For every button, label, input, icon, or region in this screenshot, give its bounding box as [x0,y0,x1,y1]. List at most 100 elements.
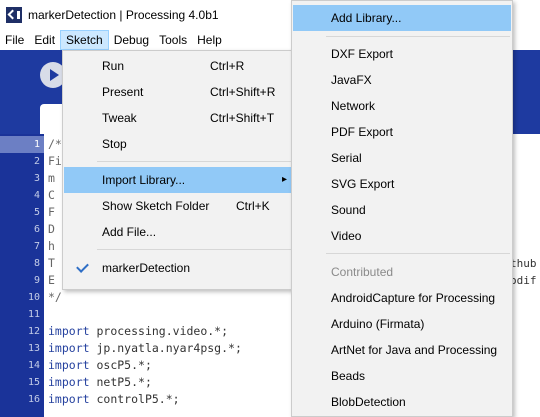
menu-item-import-library[interactable]: Import Library... ▸ [64,167,292,193]
menu-file[interactable]: File [0,30,29,50]
code-line-import: import oscP5.*; [48,358,152,372]
code-line-import: import jp.nyatla.nyar4psg.*; [48,341,242,355]
menu-item-shortcut: Ctrl+Shift+R [210,85,276,99]
menu-item-label: Arduino (Firmata) [331,317,425,331]
menu-item-label: Import Library... [102,173,186,187]
menu-item-shortcut: Ctrl+R [210,59,245,73]
code-line: h [48,239,55,253]
menu-item-shortcut: Ctrl+Shift+T [210,111,275,125]
code-fragment: odif [510,274,537,287]
library-item-pdf-export[interactable]: PDF Export [293,119,511,145]
menu-item-label: Present [102,85,144,99]
menu-item-shortcut: Ctrl+K [236,199,270,213]
import-target: oscP5.*; [96,358,152,372]
line-number: 16 [27,394,40,405]
line-number: 8 [33,258,40,269]
menu-item-tweak[interactable]: Tweak Ctrl+Shift+T [64,105,292,131]
line-number: 2 [33,156,40,167]
sketch-menu: Run Ctrl+R Present Ctrl+Shift+R Tweak Ct… [62,50,294,290]
import-library-submenu: Add Library... DXF Export JavaFX Network… [291,0,513,417]
contributed-header: Contributed [331,265,394,279]
line-number: 15 [27,377,40,388]
menu-debug[interactable]: Debug [109,30,154,50]
menu-item-label: Tweak [102,111,137,125]
menu-item-show-sketch-folder[interactable]: Show Sketch Folder Ctrl+K [64,193,292,219]
line-number: 13 [27,343,40,354]
line-number: 12 [27,326,40,337]
import-target: jp.nyatla.nyar4psg.*; [96,341,242,355]
checkmark-icon [76,260,89,273]
menu-separator [326,253,510,254]
menu-item-present[interactable]: Present Ctrl+Shift+R [64,79,292,105]
menu-item-label: DXF Export [331,47,394,61]
menu-tools[interactable]: Tools [154,30,192,50]
menu-item-stop[interactable]: Stop [64,131,292,157]
menu-separator [326,36,510,37]
line-number: 14 [27,360,40,371]
code-fragment: thub [510,257,537,270]
library-item-androidcapture[interactable]: AndroidCapture for Processing [293,285,511,311]
menu-sketch[interactable]: Sketch [60,30,109,50]
line-number: 11 [27,309,40,320]
library-item-network[interactable]: Network [293,93,511,119]
line-number: 7 [33,241,40,252]
code-line: T [48,256,55,270]
menu-item-sketch-markerdetection[interactable]: markerDetection [64,255,292,281]
line-number: 3 [33,173,40,184]
library-item-javafx[interactable]: JavaFX [293,67,511,93]
menu-item-label: BlobDetection [331,395,406,409]
library-item-svg-export[interactable]: SVG Export [293,171,511,197]
menu-item-label: Video [331,229,362,243]
code-line-import: import controlP5.*; [48,392,180,406]
menu-item-label: Stop [102,137,127,151]
menu-item-label: ArtNet for Java and Processing [331,343,498,357]
menu-item-label: Add File... [102,225,157,239]
menu-item-label: Show Sketch Folder [102,199,210,213]
line-number: 10 [27,292,40,303]
library-item-sound[interactable]: Sound [293,197,511,223]
line-number: 9 [33,275,40,286]
line-number: 1 [0,136,44,153]
library-item-artnet[interactable]: ArtNet for Java and Processing [293,337,511,363]
code-line: F [48,205,55,219]
line-number: 6 [33,224,40,235]
window-title: markerDetection | Processing 4.0b1 [28,8,219,22]
library-item-beads[interactable]: Beads [293,363,511,389]
submenu-arrow-icon: ▸ [282,174,288,185]
menu-separator [97,249,291,250]
library-item-video[interactable]: Video [293,223,511,249]
menu-item-label: Serial [331,151,362,165]
menu-item-label: SVG Export [331,177,395,191]
menu-item-label: JavaFX [331,73,372,87]
code-line: */ [48,290,62,304]
line-number: 4 [33,190,40,201]
code-line-import: import netP5.*; [48,375,152,389]
menu-item-add-file[interactable]: Add File... [64,219,292,245]
import-target: processing.video.*; [96,324,229,338]
code-line: m [48,171,55,185]
menu-item-label: AndroidCapture for Processing [331,291,496,305]
import-target: netP5.*; [96,375,152,389]
menu-help[interactable]: Help [192,30,227,50]
menu-item-label: Beads [331,369,366,383]
menu-item-label: Network [331,99,376,113]
code-line: D [48,222,55,236]
code-line: C [48,188,55,202]
menu-item-label: Run [102,59,125,73]
menu-item-run[interactable]: Run Ctrl+R [64,53,292,79]
library-item-serial[interactable]: Serial [293,145,511,171]
code-line: E [48,273,55,287]
menu-item-add-library[interactable]: Add Library... [293,5,511,31]
line-number: 5 [33,207,40,218]
menu-item-label: markerDetection [102,261,191,275]
code-line: Fi [48,154,62,168]
library-item-arduino-firmata[interactable]: Arduino (Firmata) [293,311,511,337]
library-item-dxf-export[interactable]: DXF Export [293,41,511,67]
code-line: /* [48,137,62,151]
processing-app-icon [6,7,22,23]
menu-separator [97,161,291,162]
menu-item-label: PDF Export [331,125,394,139]
menu-edit[interactable]: Edit [29,30,60,50]
library-item-blobdetection[interactable]: BlobDetection [293,389,511,415]
menu-item-label: Sound [331,203,366,217]
